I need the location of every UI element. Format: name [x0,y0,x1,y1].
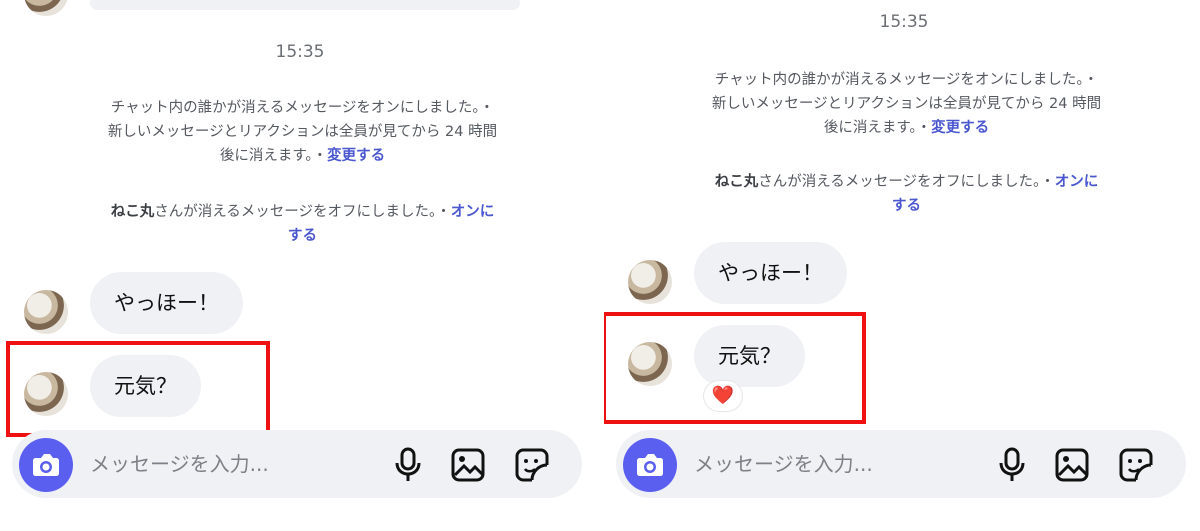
heart-reaction[interactable]: ❤️ [704,381,742,411]
image-icon[interactable] [450,447,486,483]
avatar[interactable] [628,342,672,386]
message-bubble[interactable]: 元気？ [694,325,805,387]
avatar[interactable] [24,0,68,16]
change-link[interactable]: 変更する [327,148,385,164]
timestamp: 15:35 [275,42,325,62]
chat-panel-left: 15:35 チャット内の誰かが消えるメッセージをオンにしました。・ 新しいメッセ… [0,0,600,531]
sticker-icon[interactable] [1118,447,1154,483]
microphone-icon[interactable] [394,447,422,483]
system-message-disappearing-off: ねこ丸さんが消えるメッセージをオフにしました。・オンに する [110,204,495,244]
user-name: ねこ丸 [714,174,759,190]
message-input[interactable]: メッセージを入力... [90,448,269,477]
image-icon[interactable] [1054,447,1090,483]
change-link[interactable]: 変更する [931,120,989,136]
sticker-icon[interactable] [514,447,550,483]
avatar[interactable] [24,290,68,334]
turn-on-link-cont[interactable]: する [288,228,317,244]
camera-icon [637,454,663,476]
camera-icon [33,454,59,476]
turn-on-link-cont[interactable]: する [892,198,921,214]
turn-on-link[interactable]: オンに [1055,174,1099,190]
message-bubble[interactable]: やっほー！ [694,242,847,304]
message-composer: メッセージを入力... [616,430,1186,498]
user-name: ねこ丸 [110,204,155,220]
system-message-disappearing-off: ねこ丸さんが消えるメッセージをオフにしました。・オンに する [714,174,1099,214]
turn-on-link[interactable]: オンに [451,204,495,220]
message-bubble[interactable]: 元気？ [90,355,201,417]
message-input[interactable]: メッセージを入力... [694,448,873,477]
avatar[interactable] [24,372,68,416]
message-composer: メッセージを入力... [12,430,582,498]
camera-button[interactable] [19,438,73,492]
timestamp: 15:35 [879,12,929,32]
microphone-icon[interactable] [998,447,1026,483]
system-message-disappearing-on: チャット内の誰かが消えるメッセージをオンにしました。・ 新しいメッセージとリアク… [711,72,1102,136]
chat-panel-right: 15:35 チャット内の誰かが消えるメッセージをオンにしました。・ 新しいメッセ… [604,0,1200,531]
message-bubble[interactable]: やっほー！ [90,272,243,334]
message-bubble-partial [90,0,520,10]
system-message-disappearing-on: チャット内の誰かが消えるメッセージをオンにしました。・ 新しいメッセージとリアク… [107,100,498,164]
camera-button[interactable] [623,438,677,492]
avatar[interactable] [628,260,672,304]
